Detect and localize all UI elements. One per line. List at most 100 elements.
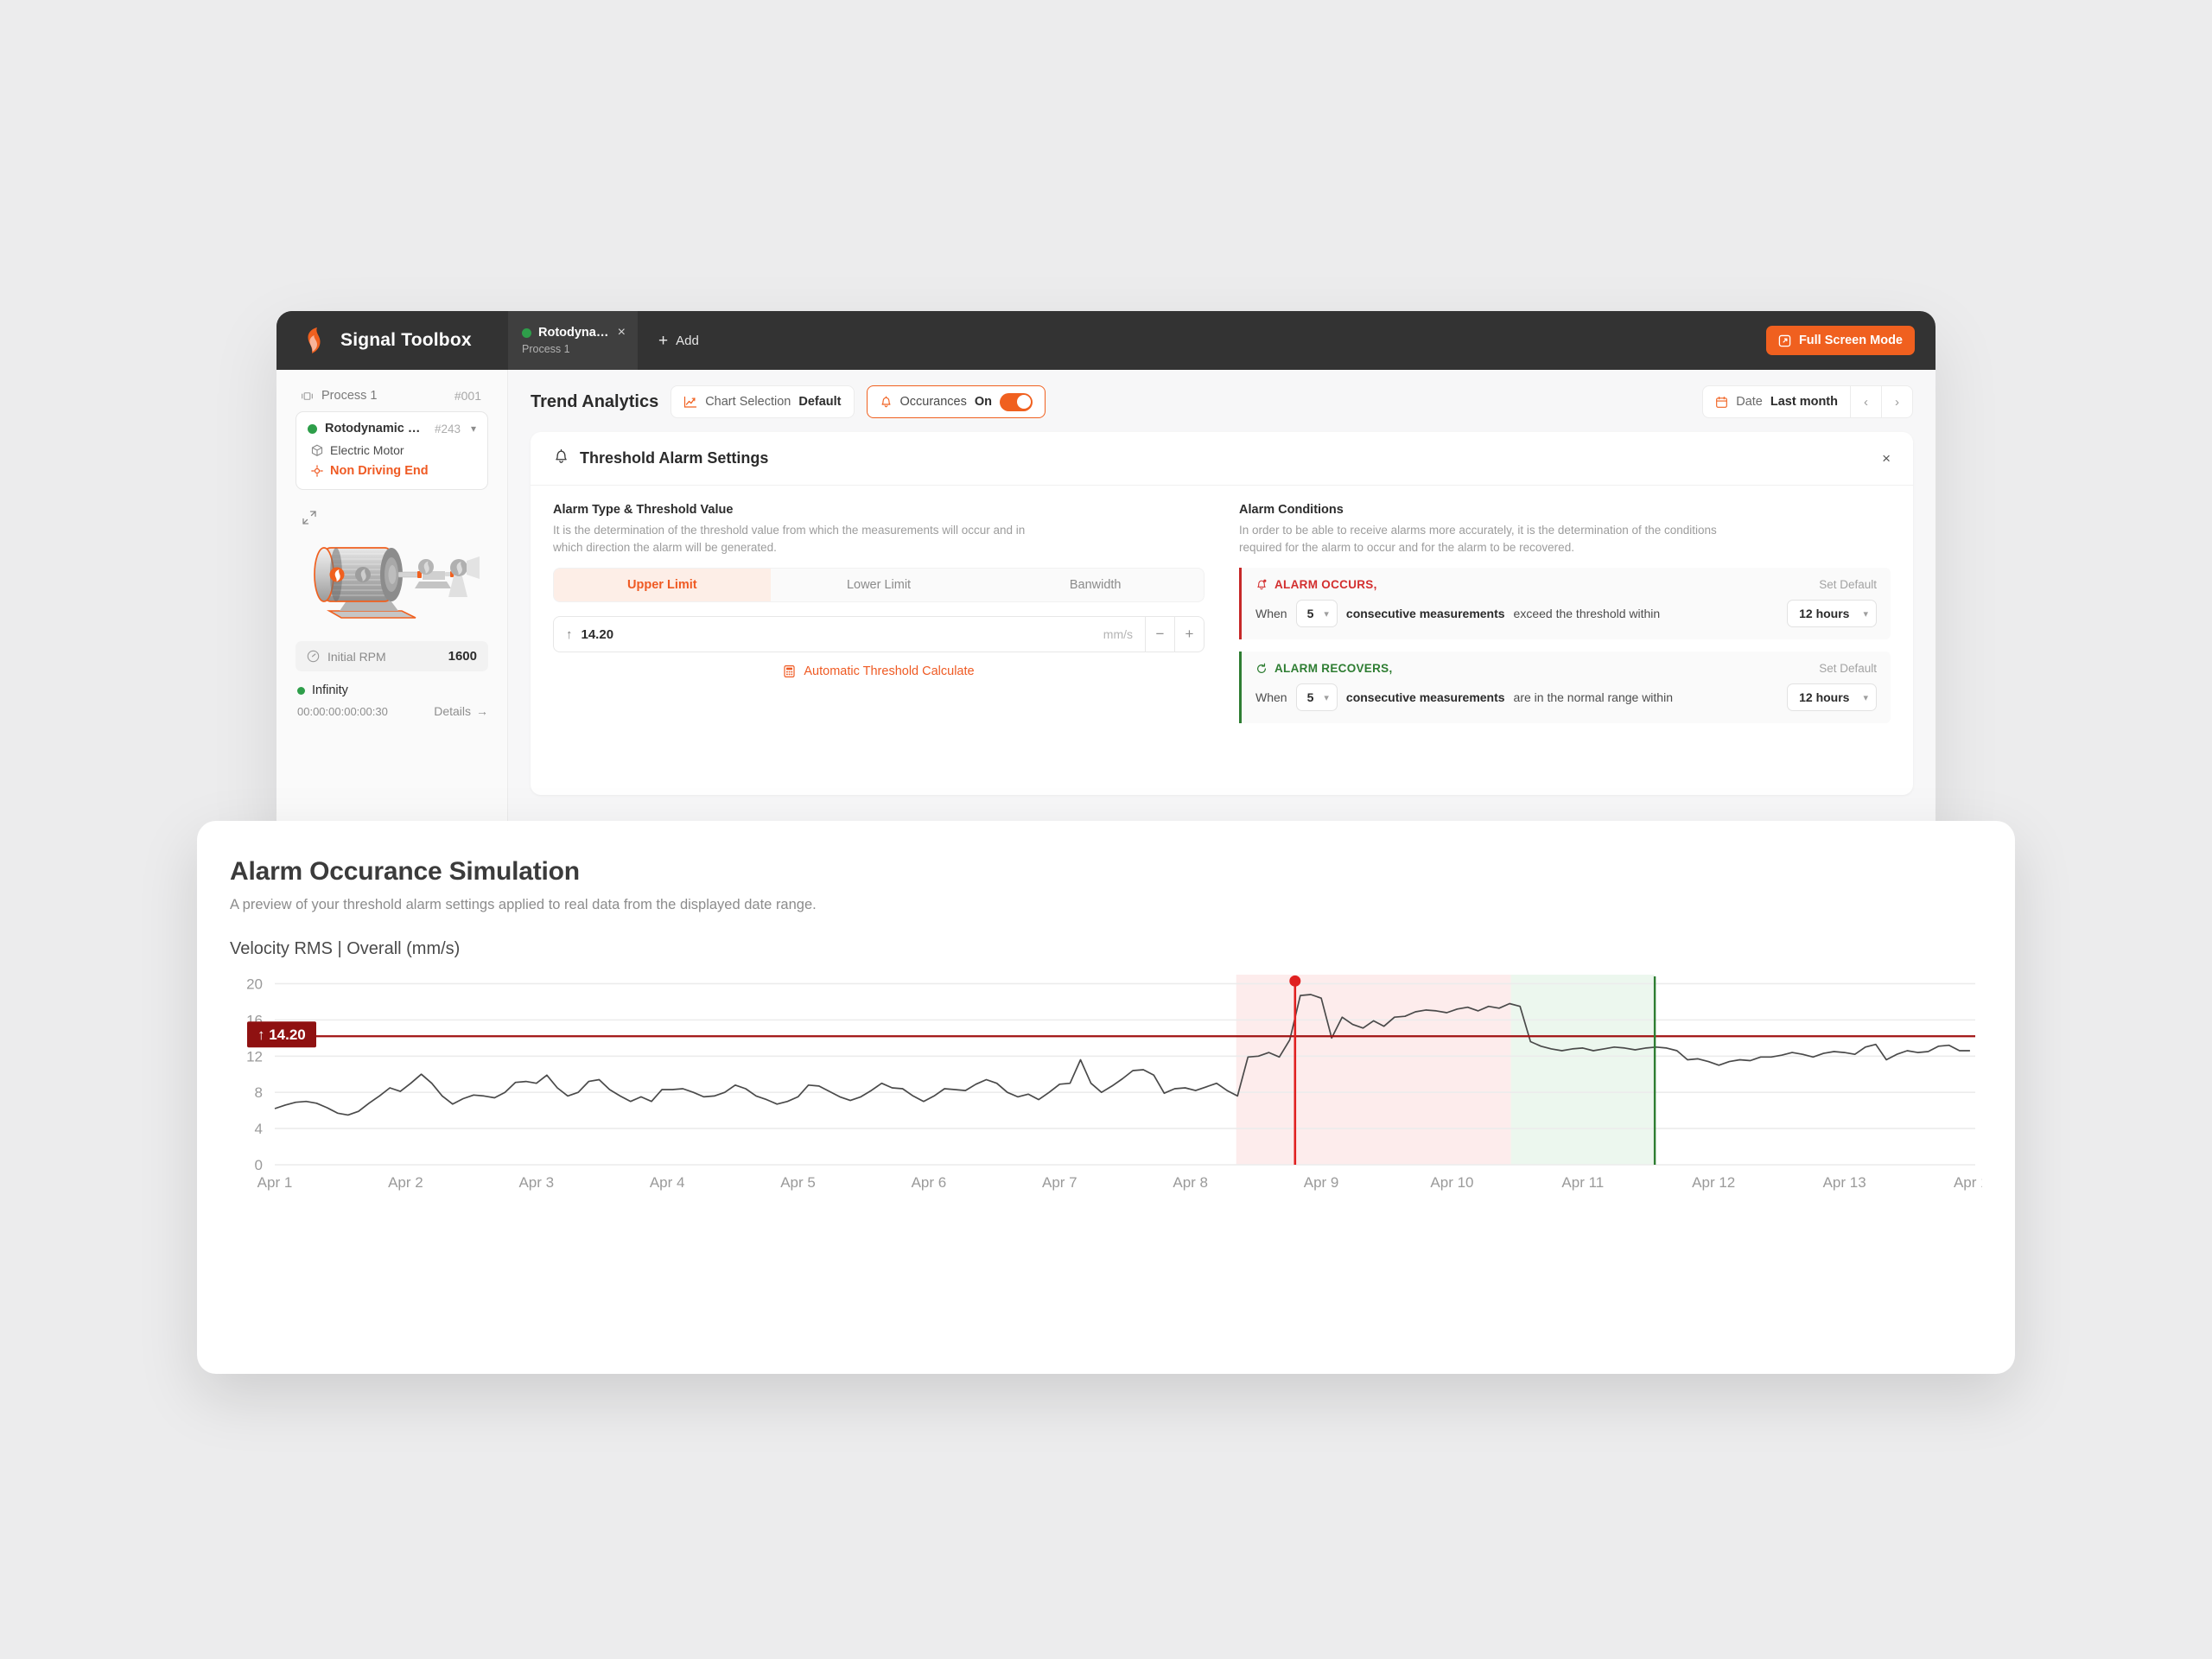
alarm-occurs-window-select[interactable]: 12 hours ▾ (1787, 600, 1877, 628)
duration-value: 00:00:00:00:00:30 (297, 704, 388, 718)
initial-rpm-label: Initial RPM (327, 649, 386, 664)
arrow-right-icon: → (476, 704, 488, 718)
chevron-down-icon: ▾ (1324, 608, 1329, 620)
threshold-alarm-settings-card: Threshold Alarm Settings × Alarm Type & … (531, 432, 1913, 795)
threshold-decrement-button[interactable]: − (1145, 617, 1174, 652)
process-icon (302, 391, 313, 400)
alarm-recovers-body: When 5 ▾ consecutive measurements are in… (1255, 683, 1877, 712)
alarm-occurs-header: ALARM OCCURS, Set Default (1255, 578, 1877, 591)
status-dot-icon (522, 327, 531, 338)
date-label: Date (1736, 395, 1763, 409)
x-tick-label: Apr 8 (1173, 1174, 1208, 1191)
alarm-occurs-count-select[interactable]: 5 ▾ (1295, 600, 1338, 628)
threshold-value-main[interactable]: ↑ 14.20 mm/s (554, 617, 1145, 652)
x-tick-label: Apr 14 (1954, 1174, 1982, 1191)
asset-location-row[interactable]: Non Driving End (308, 464, 476, 478)
threshold-badge-label: ↑ 14.20 (257, 1027, 306, 1043)
alarm-recovers-set-default[interactable]: Set Default (1819, 662, 1877, 675)
chevron-down-icon: ▾ (1324, 692, 1329, 703)
process-id: #001 (454, 389, 481, 403)
alarm-recovers-count-select[interactable]: 5 ▾ (1295, 683, 1338, 712)
alarm-type-column: Alarm Type & Threshold Value It is the d… (553, 503, 1205, 723)
alarm-recovers-when-label: When (1255, 690, 1287, 705)
x-tick-label: Apr 1 (257, 1174, 293, 1191)
tab-label: Rotodynamic... (538, 326, 609, 340)
initial-rpm-left: Initial RPM (307, 650, 386, 664)
motor-illustration (296, 525, 488, 629)
expand-arrows-icon (302, 511, 316, 524)
occurances-switch[interactable] (1000, 392, 1033, 411)
process-row[interactable]: Process 1 #001 (296, 384, 488, 411)
x-tick-label: Apr 9 (1304, 1174, 1339, 1191)
fullscreen-icon (1778, 334, 1791, 346)
date-next-button[interactable]: › (1881, 386, 1912, 417)
alarm-recovers-window-select[interactable]: 12 hours ▾ (1787, 683, 1877, 712)
y-tick-label: 20 (246, 976, 263, 992)
alarm-occurs-text-bold: consecutive measurements (1345, 607, 1505, 621)
x-tick-label: Apr 6 (912, 1174, 947, 1191)
recover-region (1510, 975, 1656, 1165)
main-header: Trend Analytics Chart Selection Default (531, 385, 1913, 418)
threshold-value-field[interactable]: ↑ 14.20 mm/s − + (553, 616, 1205, 653)
simulation-chart[interactable]: 0 4 8 12 16 20 Apr 1 Apr 2 Apr 3 Apr 4 Apr 5 Apr 6A… (230, 969, 1982, 1194)
occurances-toggle-button[interactable]: Occurances On (866, 385, 1046, 418)
asset-status-dot-icon (308, 423, 317, 434)
main-content: Trend Analytics Chart Selection Default (508, 370, 1936, 838)
alarm-conditions-column: Alarm Conditions In order to be able to … (1239, 503, 1891, 724)
tab-header-row: Rotodynamic... × (522, 326, 626, 340)
app-title: Signal Toolbox (340, 330, 472, 350)
asset-component-row[interactable]: Electric Motor (308, 443, 476, 457)
chart-icon (684, 396, 697, 408)
recording-status-label: Infinity (312, 683, 348, 697)
alarm-occurs-title: ALARM OCCURS, (1274, 578, 1377, 592)
x-tick-label: Apr 5 (780, 1174, 816, 1191)
x-tick-label: Apr 3 (518, 1174, 554, 1191)
calendar-icon (1716, 396, 1728, 408)
bell-glyph (556, 448, 567, 463)
asset-card[interactable]: Rotodynamic Pu... #243 ▾ Electric Motor (296, 411, 488, 490)
alarm-occurs-body: When 5 ▾ consecutive measurements exceed… (1255, 600, 1877, 628)
recording-status-dot-icon (297, 686, 305, 695)
tab-banwidth[interactable]: Banwidth (987, 569, 1204, 601)
x-tick-label: Apr 4 (650, 1174, 685, 1191)
tab-rotodynamic[interactable]: Rotodynamic... × Process 1 (508, 311, 638, 370)
asset-component-label: Electric Motor (330, 443, 404, 457)
tab-upper-limit[interactable]: Upper Limit (554, 569, 771, 602)
application-body: Process 1 #001 Rotodynamic Pu... #243 ▾ … (276, 370, 1936, 838)
close-icon[interactable]: × (1882, 450, 1891, 467)
asset-name: Rotodynamic Pu... (325, 422, 427, 435)
date-range-button[interactable]: Date Last month (1703, 386, 1850, 417)
alarm-recovers-text-rest: are in the normal range within (1513, 690, 1673, 705)
alarm-recovers-header: ALARM RECOVERS, Set Default (1255, 662, 1877, 675)
alarm-recovers-title-group: ALARM RECOVERS, (1255, 662, 1393, 675)
close-icon[interactable]: × (618, 326, 626, 340)
recording-status-row: Infinity (296, 683, 488, 697)
alarm-region (1236, 975, 1511, 1165)
cube-icon (311, 444, 323, 456)
occurances-value: On (974, 395, 993, 409)
simulation-title: Alarm Occurance Simulation (230, 857, 580, 886)
chart-selection-button[interactable]: Chart Selection Default (671, 385, 855, 418)
x-tick-label: Apr 10 (1430, 1174, 1473, 1191)
full-screen-mode-label: Full Screen Mode (1798, 334, 1903, 347)
add-tab-button[interactable]: + Add (638, 311, 720, 370)
electric-motor-icon (313, 546, 480, 619)
page-title: Trend Analytics (531, 391, 659, 411)
y-tick-label: 4 (255, 1121, 263, 1137)
alarm-occurs-window-value: 12 hours (1799, 607, 1850, 621)
threshold-unit: mm/s (1103, 627, 1133, 642)
x-tick-label: Apr 2 (388, 1174, 423, 1191)
alarm-occurs-count-value: 5 (1306, 607, 1314, 621)
chevron-down-icon[interactable]: ▾ (471, 423, 476, 435)
y-tick-label: 0 (255, 1157, 263, 1173)
alarm-marker-dot (1289, 975, 1301, 987)
alarm-occurs-set-default[interactable]: Set Default (1819, 578, 1877, 591)
details-link[interactable]: Details → (434, 704, 488, 718)
full-screen-mode-button[interactable]: Full Screen Mode (1765, 326, 1915, 355)
tab-lower-limit[interactable]: Lower Limit (771, 569, 988, 601)
threshold-increment-button[interactable]: + (1174, 617, 1204, 652)
alarm-occurs-text-rest: exceed the threshold within (1513, 607, 1661, 621)
automatic-threshold-calculate-button[interactable]: Automatic Threshold Calculate (553, 664, 1205, 678)
process-left: Process 1 (301, 389, 377, 403)
date-prev-button[interactable]: ‹ (1850, 386, 1881, 417)
